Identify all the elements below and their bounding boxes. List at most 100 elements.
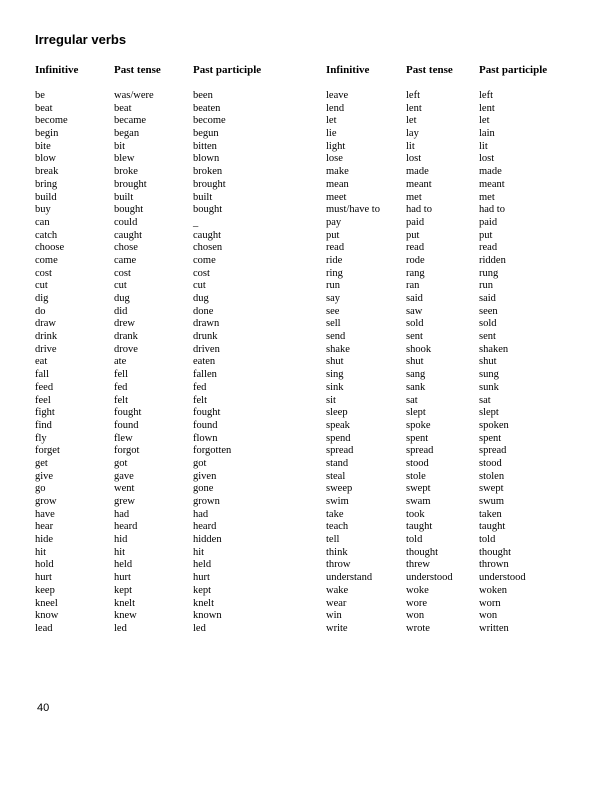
past-participle-cell: shaken <box>479 343 509 355</box>
past-participle-cell: woken <box>479 584 507 596</box>
infinitive-cell: tell <box>326 534 340 546</box>
past-tense-cell: chose <box>114 242 138 254</box>
infinitive-cell: feed <box>35 381 54 393</box>
verb-row: keep kept kept <box>35 585 315 598</box>
past-tense-cell: wore <box>406 597 427 609</box>
infinitive-cell: bring <box>35 178 58 190</box>
past-tense-cell: sang <box>406 369 426 381</box>
past-participle-cell: taken <box>479 508 502 520</box>
past-tense-cell: drank <box>114 331 138 343</box>
verb-row: buy bought bought <box>35 204 315 217</box>
past-participle-cell: lain <box>479 128 495 140</box>
verb-row: hit hit hit <box>35 547 315 560</box>
infinitive-cell: spend <box>326 432 351 444</box>
past-participle-cell: swept <box>479 483 504 495</box>
past-participle-cell: fed <box>193 381 207 393</box>
verb-row: spend spent spent <box>326 433 600 446</box>
infinitive-cell: ring <box>326 267 343 279</box>
verb-row: run ran run <box>326 280 600 293</box>
past-participle-cell: had <box>193 508 209 520</box>
infinitive-cell: eat <box>35 356 48 368</box>
past-tense-cell: felt <box>114 394 128 406</box>
infinitive-cell: say <box>326 293 340 304</box>
infinitive-cell: break <box>35 166 59 178</box>
verb-row: spread spread spread <box>326 445 600 458</box>
infinitive-cell: write <box>326 622 348 634</box>
past-participle-cell: begun <box>193 128 219 140</box>
past-tense-cell: led <box>114 622 127 634</box>
infinitive-cell: meet <box>326 191 347 203</box>
verb-row: pay paid paid <box>326 217 600 230</box>
infinitive-cell: sit <box>326 394 336 406</box>
infinitive-cell: get <box>35 457 48 469</box>
past-tense-cell: had <box>114 508 130 520</box>
infinitive-cell: give <box>35 470 54 482</box>
infinitive-cell: bite <box>35 140 51 152</box>
past-participle-cell: slept <box>479 407 499 419</box>
past-participle-cell: done <box>193 305 214 317</box>
past-tense-cell: rang <box>406 267 425 279</box>
verb-row: say said said <box>326 293 600 306</box>
verb-row: meet met met <box>326 192 600 205</box>
infinitive-cell: drive <box>35 343 57 355</box>
past-participle-cell: flown <box>193 432 218 444</box>
past-participle-cell: driven <box>193 343 220 355</box>
past-tense-cell: got <box>114 457 128 469</box>
verb-row: give gave given <box>35 471 315 484</box>
past-participle-cell: given <box>193 470 217 482</box>
verb-row: write wrote written <box>326 623 600 636</box>
past-tense-cell: was/were <box>114 90 154 101</box>
infinitive-cell: hear <box>35 521 54 533</box>
verb-row: think thought thought <box>326 547 600 560</box>
past-participle-cell: come <box>193 254 216 266</box>
past-participle-cell: lost <box>479 153 495 165</box>
past-tense-cell: bit <box>114 140 126 152</box>
past-tense-cell: made <box>406 166 429 178</box>
past-tense-cell: grew <box>114 496 135 507</box>
verb-row: beat beat beaten <box>35 103 315 116</box>
past-participle-cell: sung <box>479 369 499 381</box>
past-participle-cell: cost <box>193 267 210 279</box>
infinitive-cell: sweep <box>326 483 353 495</box>
past-tense-cell: cut <box>114 280 127 292</box>
header-past-tense: Past tense <box>114 64 161 76</box>
past-participle-cell: built <box>193 191 213 203</box>
past-participle-cell: sunk <box>479 381 499 393</box>
past-tense-cell: bought <box>114 204 144 216</box>
verb-row: wear wore worn <box>326 598 600 611</box>
past-tense-cell: paid <box>406 216 425 228</box>
verb-row: sink sank sunk <box>326 382 600 395</box>
header-infinitive: Infinitive <box>326 64 370 76</box>
verb-row: teach taught taught <box>326 521 600 534</box>
past-tense-cell: gave <box>114 470 134 482</box>
past-tense-cell: ran <box>406 280 420 292</box>
verb-row: become became become <box>35 115 315 128</box>
page-title: Irregular verbs <box>35 32 127 47</box>
verb-row: can could _ <box>35 217 315 230</box>
verb-row: forget forgot forgotten <box>35 445 315 458</box>
past-tense-cell: flew <box>114 432 133 444</box>
infinitive-cell: fall <box>35 369 49 381</box>
verb-row: sit sat sat <box>326 395 600 408</box>
past-tense-cell: let <box>406 115 417 127</box>
verb-row: do did done <box>35 306 315 319</box>
verb-row: hold held held <box>35 559 315 572</box>
verb-row: leave left left <box>326 90 600 103</box>
header-past-participle: Past participle <box>479 64 548 76</box>
past-participle-cell: spread <box>479 445 507 457</box>
verb-row: send sent sent <box>326 331 600 344</box>
past-participle-cell: eaten <box>193 356 216 368</box>
past-tense-cell: shook <box>406 343 432 355</box>
verb-row: ride rode ridden <box>326 255 600 268</box>
past-participle-cell: cut <box>193 280 206 292</box>
past-participle-cell: sat <box>479 394 491 406</box>
verb-row: hide hid hidden <box>35 534 315 547</box>
past-tense-cell: cost <box>114 267 131 279</box>
infinitive-cell: blow <box>35 153 56 165</box>
verb-row: lend lent lent <box>326 103 600 116</box>
past-tense-cell: lay <box>406 128 419 140</box>
past-participle-cell: become <box>193 115 226 127</box>
infinitive-cell: sing <box>326 369 344 381</box>
verb-row: throw threw thrown <box>326 559 600 572</box>
verb-row: break broke broken <box>35 166 315 179</box>
